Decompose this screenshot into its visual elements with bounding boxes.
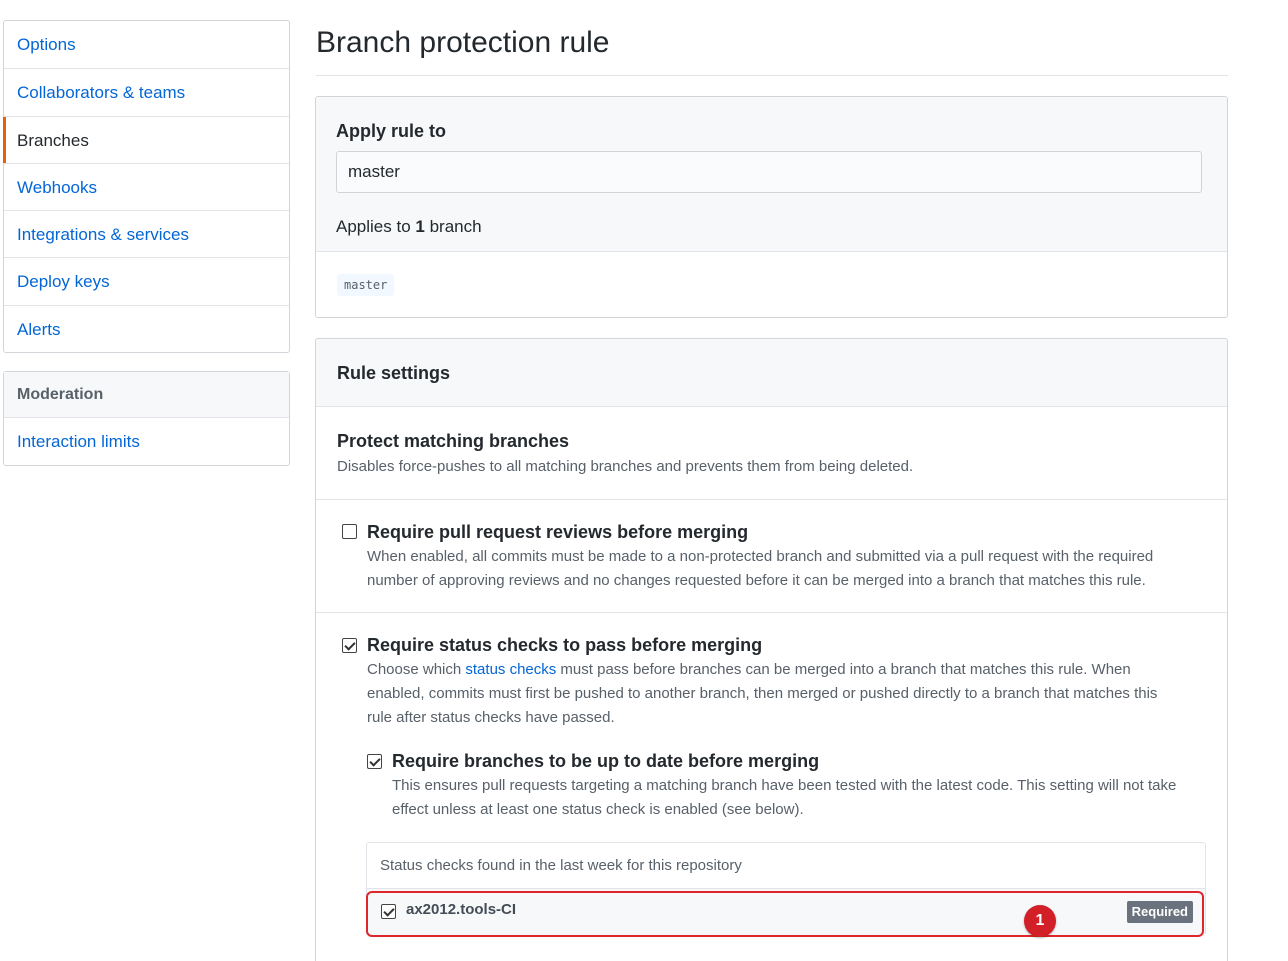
status-checks-desc-line2: enabled, commits must first be pushed to… xyxy=(367,685,1158,702)
require-reviews-title: Require pull request reviews before merg… xyxy=(367,522,749,542)
status-check-checkbox[interactable] xyxy=(381,904,396,919)
status-checks-desc-line1: Choose which status checks must pass bef… xyxy=(367,658,1131,682)
title-divider xyxy=(316,75,1228,76)
require-reviews-desc-line2: number of approving reviews and no chang… xyxy=(367,572,1146,589)
sidebar-item-integrations-services[interactable]: Integrations & services xyxy=(4,210,289,257)
apply-rule-label: Apply rule to xyxy=(336,121,447,141)
status-checks-list: Status checks found in the last week for… xyxy=(366,842,1206,936)
applies-to-prefix: Applies to xyxy=(336,217,416,236)
sidebar-item-branches[interactable]: Branches xyxy=(3,115,289,164)
up-to-date-desc-line1: This ensures pull requests targeting a m… xyxy=(392,777,1177,794)
applies-to-count: 1 xyxy=(415,217,425,236)
status-desc-prefix: Choose which xyxy=(367,661,466,678)
sidebar-item-deploy-keys[interactable]: Deploy keys xyxy=(4,257,289,304)
apply-rule-box: Apply rule to Applies to 1 branch master xyxy=(315,96,1228,318)
branch-pattern-input[interactable] xyxy=(336,151,1202,193)
settings-menu: Options Collaborators & teams Branches W… xyxy=(3,20,290,354)
status-desc-rest: must pass before branches can be merged … xyxy=(556,661,1131,678)
status-checks-link[interactable]: status checks xyxy=(465,661,556,678)
apply-rule-header: Apply rule to Applies to 1 branch xyxy=(316,97,1227,252)
require-status-checks-title: Require status checks to pass before mer… xyxy=(367,635,763,655)
status-checks-list-heading: Status checks found in the last week for… xyxy=(367,843,1205,889)
up-to-date-desc-line2: effect unless at least one status check … xyxy=(392,801,804,818)
moderation-menu: Moderation Interaction limits xyxy=(3,371,290,467)
status-checks-desc-line3: rule after status checks have passed. xyxy=(367,709,615,726)
require-up-to-date-title: Require branches to be up to date before… xyxy=(392,751,820,771)
applies-to-text: Applies to 1 branch xyxy=(336,217,482,237)
sidebar-item-options[interactable]: Options xyxy=(4,21,289,68)
require-status-checks-checkbox[interactable] xyxy=(342,638,357,653)
annotation-marker: 1 xyxy=(1024,905,1056,937)
require-reviews-checkbox[interactable] xyxy=(342,524,357,539)
required-badge: Required xyxy=(1126,901,1193,923)
reviews-section: Require pull request reviews before merg… xyxy=(316,500,1227,613)
page-title: Branch protection rule xyxy=(316,26,610,59)
sidebar-item-collaborators-teams[interactable]: Collaborators & teams xyxy=(4,68,289,115)
status-check-name: ax2012.tools-CI xyxy=(406,901,517,918)
sidebar-item-alerts[interactable]: Alerts xyxy=(4,304,289,352)
protect-section: Protect matching branches Disables force… xyxy=(316,407,1227,500)
sidebar-item-webhooks[interactable]: Webhooks xyxy=(4,162,289,210)
status-check-row[interactable]: ax2012.tools-CI Required xyxy=(367,889,1205,935)
rule-settings-heading: Rule settings xyxy=(316,339,1227,407)
moderation-heading: Moderation xyxy=(4,372,289,418)
require-up-to-date-checkbox[interactable] xyxy=(367,754,382,769)
applies-to-suffix: branch xyxy=(424,217,482,236)
protect-title: Protect matching branches xyxy=(337,431,570,451)
protect-description: Disables force-pushes to all matching br… xyxy=(337,458,914,475)
sidebar-item-interaction-limits[interactable]: Interaction limits xyxy=(4,418,289,465)
matched-branch-tag: master xyxy=(337,274,395,296)
require-reviews-desc-line1: When enabled, all commits must be made t… xyxy=(367,548,1154,565)
